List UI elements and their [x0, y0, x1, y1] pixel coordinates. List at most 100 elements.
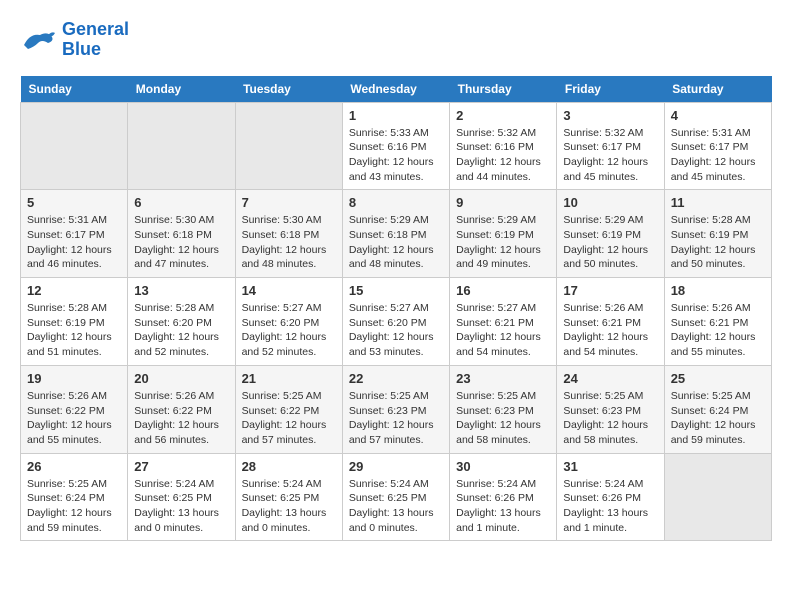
calendar-cell: 3 Sunrise: 5:32 AMSunset: 6:17 PMDaylight…: [557, 102, 664, 190]
calendar-cell: 17 Sunrise: 5:26 AMSunset: 6:21 PMDayligh…: [557, 278, 664, 366]
day-info: Sunrise: 5:31 AMSunset: 6:17 PMDaylight:…: [671, 126, 765, 185]
day-number: 9: [456, 195, 550, 210]
calendar-week-3: 12 Sunrise: 5:28 AMSunset: 6:19 PMDayligh…: [21, 278, 772, 366]
calendar-cell: 21 Sunrise: 5:25 AMSunset: 6:22 PMDayligh…: [235, 365, 342, 453]
day-info: Sunrise: 5:27 AMSunset: 6:21 PMDaylight:…: [456, 301, 550, 360]
calendar-week-5: 26 Sunrise: 5:25 AMSunset: 6:24 PMDayligh…: [21, 453, 772, 541]
day-number: 27: [134, 459, 228, 474]
calendar-cell: 6Sunrise: 5:30 AMSunset: 6:18 PMDaylight…: [128, 190, 235, 278]
day-info: Sunrise: 5:28 AMSunset: 6:19 PMDaylight:…: [27, 301, 121, 360]
calendar-cell: 30 Sunrise: 5:24 AMSunset: 6:26 PMDayligh…: [450, 453, 557, 541]
calendar-cell: [235, 102, 342, 190]
day-info: Sunrise: 5:24 AMSunset: 6:26 PMDaylight:…: [456, 477, 550, 536]
day-info: Sunrise: 5:24 AMSunset: 6:25 PMDaylight:…: [349, 477, 443, 536]
day-header-sunday: Sunday: [21, 76, 128, 103]
day-number: 16: [456, 283, 550, 298]
day-number: 31: [563, 459, 657, 474]
calendar-cell: 20 Sunrise: 5:26 AMSunset: 6:22 PMDayligh…: [128, 365, 235, 453]
day-info: Sunrise: 5:26 AMSunset: 6:21 PMDaylight:…: [563, 301, 657, 360]
day-info: Sunrise: 5:27 AMSunset: 6:20 PMDaylight:…: [349, 301, 443, 360]
day-info: Sunrise: 5:26 AMSunset: 6:22 PMDaylight:…: [27, 389, 121, 448]
day-number: 20: [134, 371, 228, 386]
day-number: 14: [242, 283, 336, 298]
day-header-tuesday: Tuesday: [235, 76, 342, 103]
calendar-cell: [21, 102, 128, 190]
day-number: 13: [134, 283, 228, 298]
day-info: Sunrise: 5:25 AMSunset: 6:23 PMDaylight:…: [349, 389, 443, 448]
calendar-cell: 10 Sunrise: 5:29 AMSunset: 6:19 PMDayligh…: [557, 190, 664, 278]
day-info: Sunrise: 5:27 AMSunset: 6:20 PMDaylight:…: [242, 301, 336, 360]
calendar-cell: 11 Sunrise: 5:28 AMSunset: 6:19 PMDayligh…: [664, 190, 771, 278]
calendar-cell: [128, 102, 235, 190]
day-number: 29: [349, 459, 443, 474]
day-number: 28: [242, 459, 336, 474]
day-header-saturday: Saturday: [664, 76, 771, 103]
day-info: Sunrise: 5:30 AMSunset: 6:18 PMDaylight:…: [242, 213, 336, 272]
day-info: Sunrise: 5:25 AMSunset: 6:23 PMDaylight:…: [563, 389, 657, 448]
day-number: 17: [563, 283, 657, 298]
day-number: 2: [456, 108, 550, 123]
calendar-cell: 23Sunrise: 5:25 AMSunset: 6:23 PMDayligh…: [450, 365, 557, 453]
calendar-cell: 24Sunrise: 5:25 AMSunset: 6:23 PMDayligh…: [557, 365, 664, 453]
calendar-cell: 13Sunrise: 5:28 AMSunset: 6:20 PMDayligh…: [128, 278, 235, 366]
logo: General Blue: [20, 20, 129, 60]
calendar-cell: 9 Sunrise: 5:29 AMSunset: 6:19 PMDaylight…: [450, 190, 557, 278]
day-info: Sunrise: 5:31 AMSunset: 6:17 PMDaylight:…: [27, 213, 121, 272]
day-info: Sunrise: 5:29 AMSunset: 6:19 PMDaylight:…: [563, 213, 657, 272]
calendar-cell: 7 Sunrise: 5:30 AMSunset: 6:18 PMDaylight…: [235, 190, 342, 278]
calendar-cell: 18Sunrise: 5:26 AMSunset: 6:21 PMDayligh…: [664, 278, 771, 366]
day-number: 26: [27, 459, 121, 474]
logo-icon: [20, 25, 56, 55]
day-number: 30: [456, 459, 550, 474]
calendar-cell: 25 Sunrise: 5:25 AMSunset: 6:24 PMDayligh…: [664, 365, 771, 453]
day-number: 5: [27, 195, 121, 210]
day-number: 8: [349, 195, 443, 210]
day-info: Sunrise: 5:25 AMSunset: 6:22 PMDaylight:…: [242, 389, 336, 448]
day-number: 18: [671, 283, 765, 298]
day-info: Sunrise: 5:26 AMSunset: 6:22 PMDaylight:…: [134, 389, 228, 448]
day-info: Sunrise: 5:29 AMSunset: 6:18 PMDaylight:…: [349, 213, 443, 272]
calendar-cell: [664, 453, 771, 541]
calendar-week-2: 5 Sunrise: 5:31 AMSunset: 6:17 PMDaylight…: [21, 190, 772, 278]
day-info: Sunrise: 5:32 AMSunset: 6:16 PMDaylight:…: [456, 126, 550, 185]
calendar-cell: 28 Sunrise: 5:24 AMSunset: 6:25 PMDayligh…: [235, 453, 342, 541]
day-number: 25: [671, 371, 765, 386]
calendar-table: SundayMondayTuesdayWednesdayThursdayFrid…: [20, 76, 772, 542]
logo-text: General Blue: [62, 20, 129, 60]
calendar-cell: 26 Sunrise: 5:25 AMSunset: 6:24 PMDayligh…: [21, 453, 128, 541]
day-info: Sunrise: 5:25 AMSunset: 6:24 PMDaylight:…: [671, 389, 765, 448]
calendar-cell: 29 Sunrise: 5:24 AMSunset: 6:25 PMDayligh…: [342, 453, 449, 541]
day-info: Sunrise: 5:24 AMSunset: 6:25 PMDaylight:…: [242, 477, 336, 536]
day-number: 3: [563, 108, 657, 123]
day-info: Sunrise: 5:24 AMSunset: 6:25 PMDaylight:…: [134, 477, 228, 536]
page-header: General Blue: [20, 20, 772, 60]
day-info: Sunrise: 5:30 AMSunset: 6:18 PMDaylight:…: [134, 213, 228, 272]
calendar-week-4: 19 Sunrise: 5:26 AMSunset: 6:22 PMDayligh…: [21, 365, 772, 453]
day-info: Sunrise: 5:24 AMSunset: 6:26 PMDaylight:…: [563, 477, 657, 536]
calendar-cell: 2 Sunrise: 5:32 AMSunset: 6:16 PMDaylight…: [450, 102, 557, 190]
day-header-wednesday: Wednesday: [342, 76, 449, 103]
calendar-cell: 4Sunrise: 5:31 AMSunset: 6:17 PMDaylight…: [664, 102, 771, 190]
day-number: 23: [456, 371, 550, 386]
day-info: Sunrise: 5:28 AMSunset: 6:19 PMDaylight:…: [671, 213, 765, 272]
day-info: Sunrise: 5:29 AMSunset: 6:19 PMDaylight:…: [456, 213, 550, 272]
calendar-cell: 8 Sunrise: 5:29 AMSunset: 6:18 PMDaylight…: [342, 190, 449, 278]
day-number: 15: [349, 283, 443, 298]
day-number: 12: [27, 283, 121, 298]
calendar-cell: 14 Sunrise: 5:27 AMSunset: 6:20 PMDayligh…: [235, 278, 342, 366]
day-info: Sunrise: 5:33 AMSunset: 6:16 PMDaylight:…: [349, 126, 443, 185]
calendar-cell: 31 Sunrise: 5:24 AMSunset: 6:26 PMDayligh…: [557, 453, 664, 541]
day-number: 7: [242, 195, 336, 210]
day-number: 10: [563, 195, 657, 210]
day-number: 22: [349, 371, 443, 386]
day-number: 11: [671, 195, 765, 210]
calendar-cell: 27 Sunrise: 5:24 AMSunset: 6:25 PMDayligh…: [128, 453, 235, 541]
day-info: Sunrise: 5:25 AMSunset: 6:24 PMDaylight:…: [27, 477, 121, 536]
day-number: 19: [27, 371, 121, 386]
calendar-cell: 5 Sunrise: 5:31 AMSunset: 6:17 PMDaylight…: [21, 190, 128, 278]
calendar-week-1: 1Sunrise: 5:33 AMSunset: 6:16 PMDaylight…: [21, 102, 772, 190]
day-info: Sunrise: 5:32 AMSunset: 6:17 PMDaylight:…: [563, 126, 657, 185]
day-header-friday: Friday: [557, 76, 664, 103]
calendar-cell: 12 Sunrise: 5:28 AMSunset: 6:19 PMDayligh…: [21, 278, 128, 366]
day-number: 21: [242, 371, 336, 386]
